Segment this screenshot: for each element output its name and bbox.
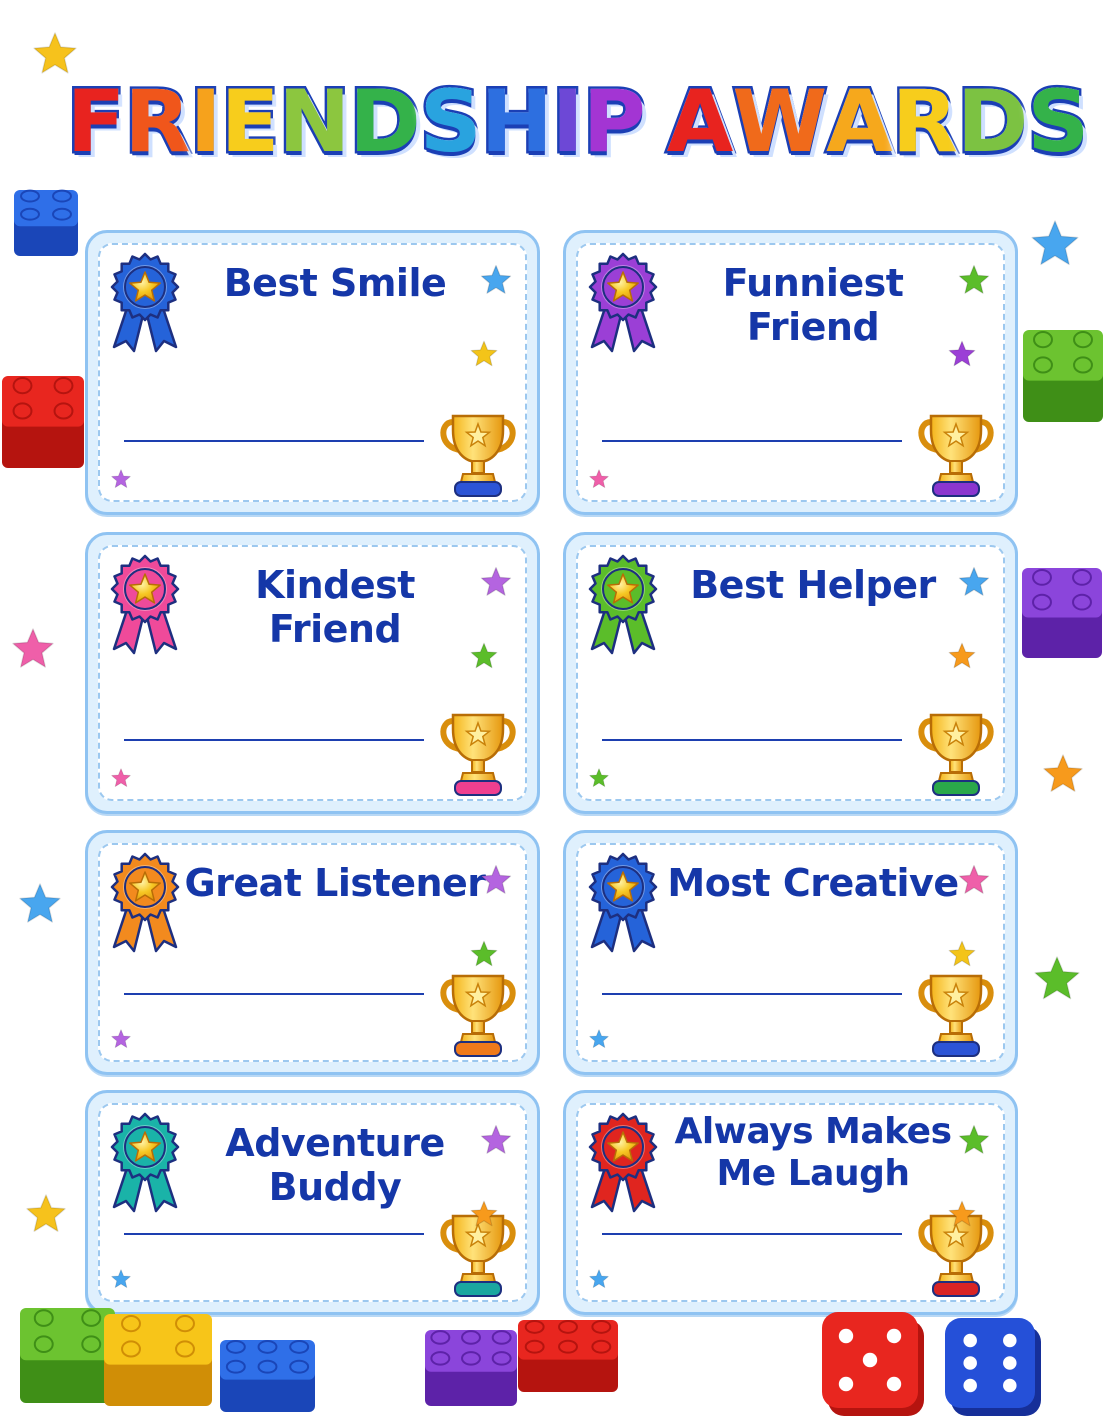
dice-icon <box>822 1312 924 1416</box>
award-card: Great Listener <box>85 830 540 1075</box>
name-write-line[interactable] <box>124 739 424 741</box>
star-icon <box>479 1123 513 1157</box>
star-icon <box>110 468 132 490</box>
star-icon <box>947 939 977 969</box>
name-write-line[interactable] <box>124 1233 424 1235</box>
title-letter: A <box>664 70 736 175</box>
title-letter: D <box>347 70 423 175</box>
title-letter: A <box>824 70 896 175</box>
star-icon <box>479 565 513 599</box>
star-icon <box>957 1123 991 1157</box>
award-card: Adventure Buddy <box>85 1090 540 1315</box>
star-icon <box>957 565 991 599</box>
toy-brick-icon <box>2 376 84 468</box>
star-icon <box>33 32 77 74</box>
star-icon <box>26 1194 66 1232</box>
star-icon <box>588 1028 610 1050</box>
title-letter: P <box>580 70 648 175</box>
toy-brick-icon <box>425 1330 517 1406</box>
toy-brick-icon <box>104 1314 212 1406</box>
star-icon <box>469 1199 499 1229</box>
name-write-line[interactable] <box>602 1233 902 1235</box>
star-icon <box>1043 754 1083 792</box>
star-icon <box>469 939 499 969</box>
award-ribbon-icon <box>104 1109 186 1213</box>
title-letter: S <box>417 70 484 175</box>
award-ribbon-icon <box>582 249 664 353</box>
award-ribbon-icon <box>104 551 186 655</box>
toy-brick-icon <box>518 1319 618 1392</box>
title-letter: F <box>64 70 128 175</box>
title-letter: E <box>218 70 282 175</box>
trophy-icon <box>437 707 519 801</box>
title-letter: H <box>478 70 555 175</box>
award-card: Best Smile <box>85 230 540 515</box>
toy-brick-icon <box>220 1339 315 1412</box>
star-icon <box>957 863 991 897</box>
star-icon <box>110 767 132 789</box>
title-letter: W <box>730 70 830 175</box>
star-icon <box>110 1268 132 1290</box>
award-title: Great Listener <box>184 861 486 905</box>
name-write-line[interactable] <box>124 440 424 442</box>
award-ribbon-icon <box>104 849 186 953</box>
title-letter: D <box>954 70 1030 175</box>
star-icon <box>19 883 61 923</box>
star-icon <box>469 641 499 671</box>
award-ribbon-icon <box>582 849 664 953</box>
award-ribbon-icon <box>582 551 664 655</box>
name-write-line[interactable] <box>124 993 424 995</box>
toy-brick-icon <box>20 1308 115 1403</box>
toy-brick-icon <box>1022 568 1102 658</box>
name-write-line[interactable] <box>602 739 902 741</box>
award-card: Most Creative <box>563 830 1018 1075</box>
star-icon <box>479 863 513 897</box>
award-ribbon-icon <box>104 249 186 353</box>
award-title: Kindest Friend <box>255 563 415 651</box>
name-write-line[interactable] <box>602 440 902 442</box>
trophy-icon <box>437 968 519 1062</box>
star-icon <box>588 468 610 490</box>
title-letter: R <box>122 70 193 175</box>
title-letter: I <box>187 70 224 175</box>
toy-brick-icon <box>1023 330 1103 422</box>
trophy-icon <box>915 707 997 801</box>
award-title: Always Makes Me Laugh <box>674 1111 952 1194</box>
award-title: Best Smile <box>223 261 447 305</box>
star-icon <box>110 1028 132 1050</box>
star-icon <box>947 339 977 369</box>
star-icon <box>947 1199 977 1229</box>
star-icon <box>1031 220 1079 266</box>
name-write-line[interactable] <box>602 993 902 995</box>
trophy-icon <box>437 408 519 502</box>
title-text: FRIENDSHIPAWARDS <box>64 70 1092 175</box>
star-icon <box>469 339 499 369</box>
toy-brick-icon <box>14 189 78 256</box>
title-space <box>645 72 667 172</box>
award-title: Best Helper <box>690 563 936 607</box>
star-icon <box>947 641 977 671</box>
page-title: FRIENDSHIPAWARDS <box>64 52 1092 192</box>
trophy-icon <box>915 968 997 1062</box>
star-icon <box>479 263 513 297</box>
award-card: Best Helper <box>563 532 1018 814</box>
title-letter: S <box>1025 70 1092 175</box>
trophy-icon <box>915 408 997 502</box>
award-card: Kindest Friend <box>85 532 540 814</box>
award-card: Funniest Friend <box>563 230 1018 515</box>
award-card: Always Makes Me Laugh <box>563 1090 1018 1315</box>
star-icon <box>588 1268 610 1290</box>
title-letter: I <box>549 70 586 175</box>
dice-icon <box>945 1318 1041 1416</box>
star-icon <box>1034 956 1080 1000</box>
award-title: Adventure Buddy <box>225 1121 445 1209</box>
star-icon <box>588 767 610 789</box>
award-title: Funniest Friend <box>722 261 904 349</box>
title-letter: N <box>276 70 353 175</box>
star-icon <box>12 628 54 668</box>
star-icon <box>957 263 991 297</box>
award-ribbon-icon <box>582 1109 664 1213</box>
title-letter: R <box>889 70 960 175</box>
award-title: Most Creative <box>667 861 959 905</box>
